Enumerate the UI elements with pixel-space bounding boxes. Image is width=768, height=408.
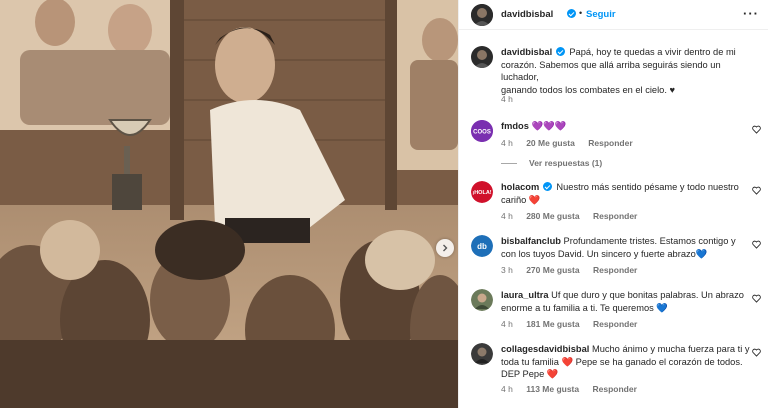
bisbalfanclub-avatar-logo: db xyxy=(471,235,493,257)
collages-avatar-photo xyxy=(471,343,493,365)
comment-likes[interactable]: 280 Me gusta xyxy=(526,211,579,221)
laura-ultra-avatar-photo xyxy=(471,289,493,311)
comment-likes[interactable]: 270 Me gusta xyxy=(526,265,579,275)
fmdos-avatar-logo: COOS xyxy=(471,120,493,142)
comment-time: 4 h xyxy=(501,384,513,394)
sepia-photo-illustration xyxy=(0,0,458,408)
comment-text: holacom Nuestro más sentido pésame y tod… xyxy=(501,181,751,206)
replies-divider xyxy=(501,163,517,165)
author-avatar[interactable] xyxy=(471,4,493,26)
svg-text:¡HOLA!: ¡HOLA! xyxy=(472,190,491,196)
comment-body: 💜💜💜 xyxy=(531,121,567,131)
comment-meta: 3 h 270 Me gusta Responder xyxy=(501,265,648,275)
comment-time: 4 h xyxy=(501,319,513,329)
comment-time: 4 h xyxy=(501,138,513,148)
author-username[interactable]: davidbisbal xyxy=(501,9,553,20)
chevron-right-icon xyxy=(443,244,448,252)
like-heart-icon[interactable] xyxy=(752,294,761,303)
comment-username[interactable]: bisbalfanclub xyxy=(501,236,561,246)
comment-username[interactable]: fmdos xyxy=(501,121,529,131)
instagram-post: davidbisbal • Seguir ··· davidbisbal Pap… xyxy=(0,0,768,408)
like-heart-icon[interactable] xyxy=(752,186,761,195)
comment: laura_ultra Uf que duro y que bonitas pa… xyxy=(471,289,761,333)
reply-button[interactable]: Responder xyxy=(593,211,637,221)
caption-avatar[interactable] xyxy=(471,46,493,68)
commenter-avatar[interactable] xyxy=(471,343,493,365)
view-replies-label: Ver respuestas (1) xyxy=(529,158,603,168)
more-options-icon[interactable]: ··· xyxy=(743,6,759,21)
follow-button[interactable]: Seguir xyxy=(586,9,616,20)
commenter-avatar[interactable]: COOS xyxy=(471,120,493,142)
post-photo[interactable] xyxy=(0,0,458,408)
separator-dot: • xyxy=(579,8,583,18)
hola-avatar-logo: ¡HOLA! xyxy=(471,181,493,203)
svg-text:COOS: COOS xyxy=(473,130,491,136)
post-side-panel: davidbisbal • Seguir ··· davidbisbal Pap… xyxy=(458,0,768,408)
comment-text: bisbalfanclub Profundamente tristes. Est… xyxy=(501,235,751,260)
comment: ¡HOLA! holacom Nuestro más sentido pésam… xyxy=(471,181,761,225)
reply-button[interactable]: Responder xyxy=(588,138,632,148)
comment-meta: 4 h 20 Me gusta Responder xyxy=(501,138,644,148)
comment: db bisbalfanclub Profundamente tristes. … xyxy=(471,235,761,279)
caption-username[interactable]: davidbisbal xyxy=(501,47,552,57)
caption-line-2: ganando todos los combates en el cielo. … xyxy=(501,84,676,95)
commenter-avatar[interactable] xyxy=(471,289,493,311)
like-heart-icon[interactable] xyxy=(752,125,761,134)
comment-meta: 4 h 113 Me gusta Responder xyxy=(501,384,648,394)
comment: COOS fmdos 💜💜💜 4 h 20 Me gusta Responder xyxy=(471,120,761,150)
verified-badge-icon xyxy=(567,9,576,18)
comment-username[interactable]: laura_ultra xyxy=(501,290,549,300)
comment-username[interactable]: collagesdavidbisbal xyxy=(501,344,589,354)
comment-likes[interactable]: 181 Me gusta xyxy=(526,319,579,329)
post-header: davidbisbal • Seguir ··· xyxy=(459,0,768,30)
comment-text: laura_ultra Uf que duro y que bonitas pa… xyxy=(501,289,751,314)
comment-username[interactable]: holacom xyxy=(501,182,539,192)
post-caption: davidbisbal Papá, hoy te quedas a vivir … xyxy=(471,46,761,106)
comment-meta: 4 h 181 Me gusta Responder xyxy=(501,319,648,329)
verified-badge-icon xyxy=(555,47,565,56)
caption-text: davidbisbal Papá, hoy te quedas a vivir … xyxy=(501,46,751,96)
comment: collagesdavidbisbal Mucho ánimo y mucha … xyxy=(471,343,761,399)
author-photo xyxy=(471,4,493,26)
like-heart-icon[interactable] xyxy=(752,348,761,357)
comment-time: 4 h xyxy=(501,211,513,221)
next-photo-button[interactable] xyxy=(436,239,454,257)
comment-meta: 4 h 280 Me gusta Responder xyxy=(501,211,648,221)
comment-text: fmdos 💜💜💜 xyxy=(501,120,751,133)
view-replies-button[interactable]: Ver respuestas (1) xyxy=(501,158,602,168)
like-heart-icon[interactable] xyxy=(752,240,761,249)
caption-time: 4 h xyxy=(501,94,513,104)
comment-likes[interactable]: 113 Me gusta xyxy=(526,384,579,394)
reply-button[interactable]: Responder xyxy=(593,265,637,275)
reply-button[interactable]: Responder xyxy=(593,319,637,329)
commenter-avatar[interactable]: ¡HOLA! xyxy=(471,181,493,203)
comment-text: collagesdavidbisbal Mucho ánimo y mucha … xyxy=(501,343,751,381)
reply-button[interactable]: Responder xyxy=(593,384,637,394)
commenter-avatar[interactable]: db xyxy=(471,235,493,257)
comment-time: 3 h xyxy=(501,265,513,275)
caption-meta: 4 h xyxy=(501,94,524,104)
author-photo xyxy=(471,46,493,68)
svg-text:db: db xyxy=(477,242,487,251)
verified-badge-icon xyxy=(542,182,552,191)
comment-likes[interactable]: 20 Me gusta xyxy=(526,138,575,148)
